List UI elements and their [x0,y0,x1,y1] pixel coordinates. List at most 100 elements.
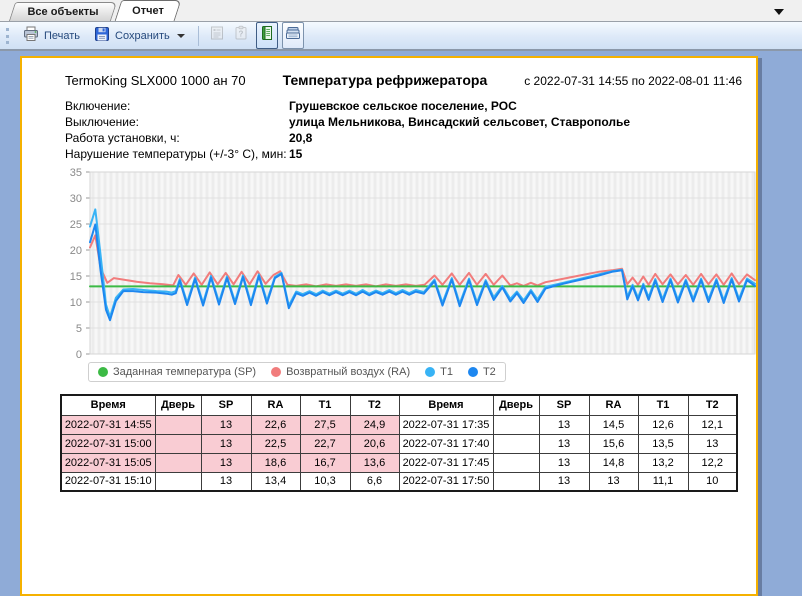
table-cell: 14,8 [589,453,638,472]
table-header-cell: Время [399,395,493,415]
svg-text:10: 10 [70,297,82,309]
report-info-block: Включение: Грушевское сельское поселение… [65,98,630,162]
tab-all-objects[interactable]: Все объекты [12,2,114,21]
table-cell: 13,4 [251,472,300,491]
svg-text:20: 20 [70,245,82,257]
help-icon: ? [233,25,249,46]
device-name: TermoKing SLX000 1000 ан 70 [65,73,246,88]
report-title: Температура рефрижератора [246,72,525,88]
info-label: Выключение: [65,115,289,129]
table-cell: 18,6 [251,453,300,472]
svg-text:5: 5 [76,323,82,335]
table-cell: 2022-07-31 15:10 [61,472,155,491]
table-cell: 20,6 [350,434,399,453]
info-value: Грушевское сельское поселение, РОС [289,99,517,113]
table-cell: 15,6 [589,434,638,453]
legend-label: T1 [440,366,453,378]
legend-dot-icon [98,367,108,377]
info-value: 20,8 [289,131,312,145]
table-cell: 12,6 [638,415,688,434]
legend-item-t2: T2 [468,366,496,378]
chart-legend: Заданная температура (SP) Возвратный воз… [88,362,506,382]
table-cell: 2022-07-31 15:00 [61,434,155,453]
legend-dot-icon [271,367,281,377]
table-header-cell: Дверь [155,395,201,415]
table-cell: 13 [589,472,638,491]
table-cell: 13 [539,472,589,491]
legend-dot-icon [425,367,435,377]
info-value: 15 [289,147,302,161]
table-cell: 2022-07-31 17:50 [399,472,493,491]
table-row: 2022-07-31 15:101313,410,36,62022-07-31 … [61,472,737,491]
table-row: 2022-07-31 14:551322,627,524,92022-07-31… [61,415,737,434]
table-cell: 11,1 [638,472,688,491]
landscape-page-icon [285,25,301,46]
table-cell: 27,5 [300,415,350,434]
table-cell: 13 [539,434,589,453]
save-dropdown-caret-icon[interactable] [177,34,185,38]
table-header-cell: Дверь [493,395,539,415]
save-icon [94,26,110,45]
report-header: TermoKing SLX000 1000 ан 70 Температура … [65,72,742,88]
print-button[interactable]: Печать [17,23,86,48]
info-row: Работа установки, ч: 20,8 [65,130,630,146]
table-row: 2022-07-31 15:001322,522,720,62022-07-31… [61,434,737,453]
save-button[interactable]: Сохранить [88,23,191,48]
svg-text:0: 0 [76,349,82,361]
toolbar: Печать Сохранить [0,22,802,51]
printer-icon [23,26,39,45]
measurements-table: ВремяДверьSPRAT1T2ВремяДверьSPRAT1T2 202… [60,394,738,492]
tab-report-label: Отчет [132,5,164,17]
table-header-cell: T2 [350,395,399,415]
report-settings-button[interactable] [206,22,228,49]
toolbar-grip-handle[interactable] [6,28,9,44]
table-cell: 6,6 [350,472,399,491]
table-header-row: ВремяДверьSPRAT1T2ВремяДверьSPRAT1T2 [61,395,737,415]
table-cell: 13,2 [638,453,688,472]
help-button[interactable]: ? [230,22,252,49]
table-cell: 24,9 [350,415,399,434]
legend-item-ra: Возвратный воздух (RA) [271,366,410,378]
table-cell: 13 [688,434,737,453]
table-header-cell: RA [589,395,638,415]
landscape-view-button[interactable] [282,22,304,49]
legend-label: Заданная температура (SP) [113,366,256,378]
table-cell: 10 [688,472,737,491]
legend-dot-icon [468,367,478,377]
table-cell: 16,7 [300,453,350,472]
report-page: TermoKing SLX000 1000 ан 70 Температура … [20,56,758,596]
tab-report[interactable]: Отчет [118,0,178,21]
table-cell: 13 [201,472,251,491]
svg-text:30: 30 [70,193,82,205]
svg-text:35: 35 [70,167,82,179]
table-cell [493,472,539,491]
portrait-page-icon [259,25,275,46]
table-cell: 2022-07-31 17:35 [399,415,493,434]
svg-text:?: ? [238,30,243,39]
table-cell [155,472,201,491]
portrait-view-button[interactable] [256,22,278,49]
table-cell: 12,1 [688,415,737,434]
table-cell [493,453,539,472]
tab-list-dropdown-icon[interactable] [774,9,784,15]
info-label: Нарушение температуры (+/-3° C), мин: [65,147,289,161]
table-header-cell: Время [61,395,155,415]
svg-text:25: 25 [70,219,82,231]
print-button-label: Печать [44,30,80,42]
table-header-cell: T1 [300,395,350,415]
legend-label: Возвратный воздух (RA) [286,366,410,378]
report-period: с 2022-07-31 14:55 по 2022-08-01 11:46 [524,74,742,88]
report-settings-icon [209,25,225,46]
table-cell: 2022-07-31 15:05 [61,453,155,472]
table-header-cell: RA [251,395,300,415]
table-cell: 2022-07-31 14:55 [61,415,155,434]
temperature-chart-canvas: 0 5 10 15 20 25 30 35 [64,162,764,364]
table-row: 2022-07-31 15:051318,616,713,62022-07-31… [61,453,737,472]
temperature-chart: 0 5 10 15 20 25 30 35 [64,162,764,369]
table-cell: 14,5 [589,415,638,434]
info-value: улица Мельникова, Винсадский сельсовет, … [289,115,630,129]
table-cell: 13 [539,415,589,434]
svg-text:15: 15 [70,271,82,283]
tab-bar: Все объекты Отчет [0,0,802,22]
table-cell: 13 [201,434,251,453]
